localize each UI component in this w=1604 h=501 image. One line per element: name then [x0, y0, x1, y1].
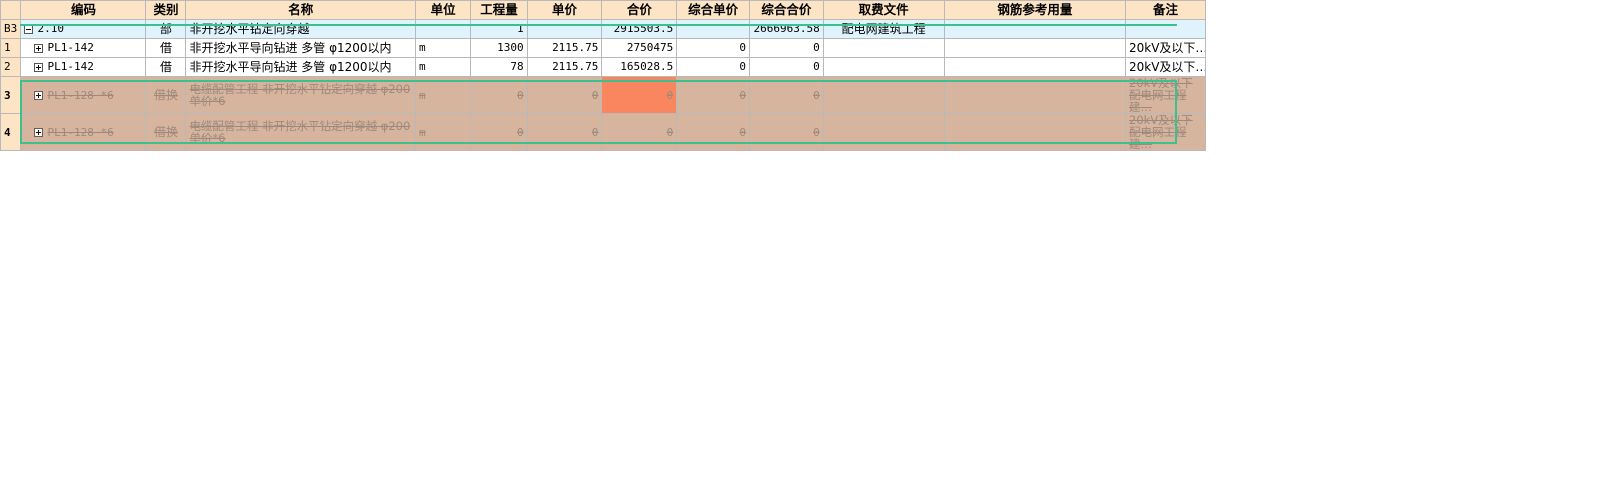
expand-icon[interactable] — [34, 62, 44, 72]
unit-cell[interactable] — [414, 19, 472, 39]
table-row[interactable]: 2 PL1-142 借 非开挖水平导向钻进 多管 φ1200以内 m 78 21… — [0, 57, 1206, 77]
fee-file-cell[interactable] — [822, 113, 945, 151]
composite-total-cell[interactable]: 0 — [748, 38, 824, 58]
quota-grid: 编码 类别 名称 单位 工程量 单价 合价 综合单价 综合合价 取费文件 钢筋参… — [0, 0, 1206, 151]
steel-cell[interactable] — [943, 19, 1127, 39]
steel-cell[interactable] — [943, 113, 1127, 151]
note-cell[interactable]: 20kV及以下… — [1125, 38, 1206, 58]
table-row[interactable]: 1 PL1-142 借 非开挖水平导向钻进 多管 φ1200以内 m 1300 … — [0, 38, 1206, 58]
code-text: PL1-142 — [47, 41, 94, 54]
total-cell-selected[interactable]: 0 — [601, 76, 678, 114]
expand-icon[interactable] — [34, 43, 44, 53]
expand-icon[interactable] — [34, 128, 44, 137]
code-text: PL1-142 — [47, 60, 94, 73]
col-header-name[interactable]: 名称 — [185, 0, 416, 20]
steel-cell[interactable] — [943, 57, 1127, 77]
col-header-composite-total[interactable]: 综合合价 — [748, 0, 824, 20]
price-cell[interactable]: 2115.75 — [526, 57, 603, 77]
col-header-note[interactable]: 备注 — [1125, 0, 1206, 20]
row-number[interactable]: 1 — [0, 38, 22, 58]
price-cell[interactable] — [526, 19, 603, 39]
table-row[interactable]: 4 PL1-128 *6 借换 电缆配管工程 非开挖水平钻定向穿越 φ200 单… — [0, 113, 1206, 151]
name-text: 电缆配管工程 非开挖水平钻定向穿越 φ200 单价*6 — [189, 119, 411, 145]
name-cell[interactable]: 非开挖水平导向钻进 多管 φ1200以内 — [185, 38, 416, 58]
fee-file-cell[interactable] — [822, 57, 945, 77]
code-cell[interactable]: PL1-128 *6 — [20, 76, 147, 114]
qty-cell[interactable]: 0 — [470, 76, 528, 114]
note-cell[interactable]: 20kV及以下配电网工程建… — [1125, 76, 1206, 114]
fee-file-cell[interactable]: 配电网建筑工程 — [822, 19, 945, 39]
type-cell[interactable]: 借 — [145, 38, 187, 58]
total-cell[interactable]: 2915503.5 — [601, 19, 678, 39]
code-cell[interactable]: PL1-142 — [20, 57, 147, 77]
type-cell[interactable]: 借换 — [145, 113, 187, 151]
col-header-price[interactable]: 单价 — [526, 0, 603, 20]
name-cell[interactable]: 非开挖水平导向钻进 多管 φ1200以内 — [185, 57, 416, 77]
code-cell[interactable]: PL1-142 — [20, 38, 147, 58]
price-cell[interactable]: 2115.75 — [526, 38, 603, 58]
row-number[interactable]: B3 — [0, 19, 22, 39]
name-cell[interactable]: 电缆配管工程 非开挖水平钻定向穿越 φ200 单价*6 — [185, 113, 416, 151]
type-cell[interactable]: 部 — [145, 19, 187, 39]
col-header-total[interactable]: 合价 — [601, 0, 678, 20]
total-cell[interactable]: 165028.5 — [601, 57, 678, 77]
header-row: 编码 类别 名称 单位 工程量 单价 合价 综合单价 综合合价 取费文件 钢筋参… — [0, 0, 1206, 20]
composite-price-cell[interactable]: 0 — [676, 57, 750, 77]
fee-file-cell[interactable] — [822, 38, 945, 58]
total-cell[interactable]: 2750475 — [601, 38, 678, 58]
row-number[interactable]: 4 — [0, 113, 22, 151]
row-number[interactable]: 3 — [0, 76, 22, 114]
unit-cell[interactable]: m — [414, 38, 472, 58]
note-cell[interactable]: 20kV及以下配电网工程建… — [1125, 113, 1206, 151]
unit-cell[interactable]: m — [414, 57, 472, 77]
row-number[interactable]: 2 — [0, 57, 22, 77]
col-header-code[interactable]: 编码 — [20, 0, 147, 20]
type-cell[interactable]: 借 — [145, 57, 187, 77]
composite-total-cell[interactable]: 0 — [748, 76, 824, 114]
name-cell[interactable]: 非开挖水平钻定向穿越 — [185, 19, 416, 39]
note-cell[interactable]: 20kV及以下… — [1125, 57, 1206, 77]
col-header-composite-price[interactable]: 综合单价 — [676, 0, 750, 20]
composite-total-cell[interactable]: 0 — [748, 57, 824, 77]
note-text: 20kV及以下配电网工程建… — [1129, 113, 1193, 151]
col-header-unit[interactable]: 单位 — [414, 0, 472, 20]
table-row[interactable]: 3 PL1-128 *6 借换 电缆配管工程 非开挖水平钻定向穿越 φ200 单… — [0, 76, 1206, 114]
composite-price-cell[interactable]: 0 — [676, 113, 750, 151]
qty-cell[interactable]: 78 — [470, 57, 528, 77]
qty-cell[interactable]: 1 — [470, 19, 528, 39]
unit-cell[interactable]: m — [414, 76, 472, 114]
col-header-fee-file[interactable]: 取费文件 — [822, 0, 945, 20]
composite-price-cell[interactable] — [676, 19, 750, 39]
section-row-top-border — [20, 24, 1177, 26]
composite-price-cell[interactable]: 0 — [676, 38, 750, 58]
code-text: PL1-128 *6 — [47, 125, 114, 139]
composite-price-cell[interactable]: 0 — [676, 76, 750, 114]
code-cell[interactable]: 2.10 — [20, 19, 147, 39]
note-text: 20kV及以下配电网工程建… — [1129, 76, 1193, 114]
col-header-type[interactable]: 类别 — [145, 0, 187, 20]
fee-file-cell[interactable] — [822, 76, 945, 114]
table-row[interactable]: B3 2.10 部 非开挖水平钻定向穿越 1 2915503.5 2666963… — [0, 19, 1206, 39]
price-cell[interactable]: 0 — [526, 113, 603, 151]
composite-total-cell[interactable]: 2666963.58 — [748, 19, 824, 39]
code-text: PL1-128 *6 — [47, 88, 114, 102]
col-header-qty[interactable]: 工程量 — [470, 0, 528, 20]
col-header-steel[interactable]: 钢筋参考用量 — [943, 0, 1127, 20]
qty-cell[interactable]: 1300 — [470, 38, 528, 58]
total-cell[interactable]: 0 — [601, 113, 678, 151]
name-text: 电缆配管工程 非开挖水平钻定向穿越 φ200 单价*6 — [189, 82, 411, 108]
price-cell[interactable]: 0 — [526, 76, 603, 114]
type-cell[interactable]: 借换 — [145, 76, 187, 114]
corner-cell[interactable] — [0, 0, 22, 20]
composite-total-cell[interactable]: 0 — [748, 113, 824, 151]
steel-cell[interactable] — [943, 76, 1127, 114]
unit-cell[interactable]: m — [414, 113, 472, 151]
note-cell[interactable] — [1125, 19, 1206, 39]
expand-icon[interactable] — [34, 91, 44, 100]
name-cell[interactable]: 电缆配管工程 非开挖水平钻定向穿越 φ200 单价*6 — [185, 76, 416, 114]
code-cell[interactable]: PL1-128 *6 — [20, 113, 147, 151]
steel-cell[interactable] — [943, 38, 1127, 58]
qty-cell[interactable]: 0 — [470, 113, 528, 151]
